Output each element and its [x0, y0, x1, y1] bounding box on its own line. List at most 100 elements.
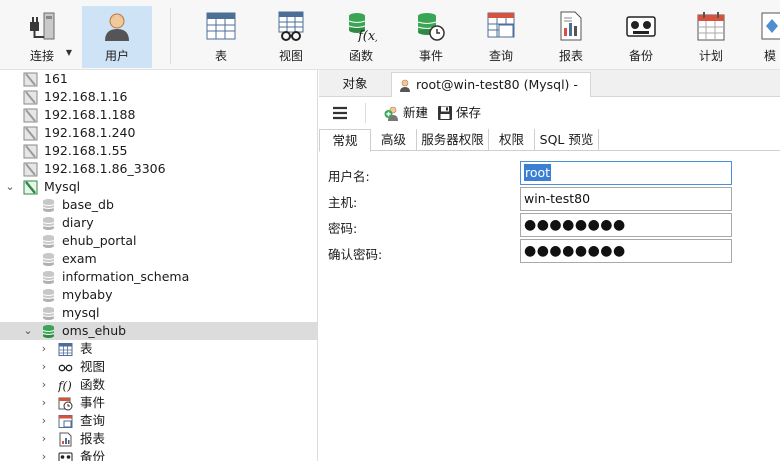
tab-user-editor[interactable]: root@win-test80 (Mysql) - ... [391, 72, 591, 116]
tree-label: 192.168.1.86_3306 [44, 161, 166, 176]
toolbar-report-button[interactable]: 报表 [540, 6, 602, 68]
toolbar-label: 事件 [418, 49, 443, 63]
tree-reports-node[interactable]: › 报表 [0, 430, 317, 448]
tab-server-privileges[interactable]: 服务器权限 [417, 129, 489, 151]
tree-label: 192.168.1.188 [44, 107, 136, 122]
connection-closed-icon [23, 108, 38, 123]
tab-objects[interactable]: 对象 [319, 72, 391, 97]
toolbar-connection-button[interactable]: 连接 ▼ [14, 6, 72, 68]
connection-closed-icon [23, 144, 38, 159]
tab-advanced[interactable]: 高级 [371, 129, 417, 151]
tree-label: 161 [44, 71, 68, 86]
tree-label: 表 [80, 341, 93, 356]
tree-connection-item[interactable]: 192.168.1.16 [0, 88, 317, 106]
tree-connection-item[interactable]: 192.168.1.86_3306 [0, 160, 317, 178]
confirm-password-label: 确认密码: [328, 247, 383, 262]
tree-connection-item[interactable]: 192.168.1.240 [0, 124, 317, 142]
toolbar-divider [365, 103, 366, 123]
toolbar-query-button[interactable]: 查询 [470, 6, 532, 68]
function-icon: f(x) [348, 13, 377, 42]
toolbar-divider [170, 8, 171, 64]
toolbar-view-button[interactable]: 视图 [260, 6, 322, 68]
toolbar-label: 模 [763, 49, 776, 63]
tree-database-item[interactable]: base_db [0, 196, 317, 214]
tree-label: 备份 [80, 449, 106, 461]
toolbar-backup-button[interactable]: 备份 [610, 6, 672, 68]
tree-tables-node[interactable]: › 表 [0, 340, 317, 358]
username-value: root [524, 164, 552, 181]
tree-database-item[interactable]: mybaby [0, 286, 317, 304]
tree-database-selected[interactable]: ⌄ oms_ehub [0, 322, 317, 340]
chevron-down-icon[interactable]: ⌄ [22, 322, 34, 340]
connection-open-icon [23, 180, 38, 195]
chevron-right-icon[interactable]: › [38, 412, 50, 430]
username-label: 用户名: [328, 169, 370, 184]
tree-database-item[interactable]: ehub_portal [0, 232, 317, 250]
database-icon [42, 253, 55, 266]
save-label: 保存 [456, 105, 482, 120]
toolbar-label: 表 [214, 49, 227, 63]
save-button[interactable]: 保存 [437, 97, 487, 129]
toolbar-model-button[interactable]: 模 [750, 6, 780, 68]
tree-events-node[interactable]: › 事件 [0, 394, 317, 412]
tree-connection-item[interactable]: 161 [0, 70, 317, 88]
confirm-password-field[interactable]: ●●●●●●●● [520, 239, 732, 263]
tree-label: ehub_portal [62, 233, 137, 248]
tab-sql-preview[interactable]: SQL 预览 [535, 129, 599, 151]
chevron-down-icon[interactable]: ⌄ [4, 178, 16, 196]
tree-connection-item[interactable]: 192.168.1.188 [0, 106, 317, 124]
database-icon [42, 271, 55, 284]
tree-connection-mysql[interactable]: ⌄ Mysql [0, 178, 317, 196]
new-button[interactable]: 新建 [384, 97, 434, 129]
toolbar-user-button[interactable]: 用户 [82, 6, 152, 68]
tree-connection-item[interactable]: 192.168.1.55 [0, 142, 317, 160]
confirm-password-value: ●●●●●●●● [524, 243, 626, 259]
toolbar-label: 计划 [698, 49, 723, 63]
toolbar-event-button[interactable]: 事件 [400, 6, 462, 68]
toolbar-label: 查询 [488, 49, 513, 63]
chevron-right-icon[interactable]: › [38, 376, 50, 394]
hamburger-menu-icon[interactable] [329, 103, 351, 123]
tree-label: mybaby [62, 287, 113, 302]
connection-closed-icon [23, 162, 38, 177]
database-open-icon [42, 325, 55, 338]
toolbar-table-button[interactable]: 表 [190, 6, 252, 68]
save-icon [438, 106, 452, 120]
table-icon [58, 343, 73, 356]
tab-privileges[interactable]: 权限 [489, 129, 535, 151]
chevron-right-icon[interactable]: › [38, 430, 50, 448]
host-value: win-test80 [524, 191, 591, 206]
tree-label: mysql [62, 305, 100, 320]
database-icon [42, 307, 55, 320]
navigation-tree: 161 192.168.1.16 192.168.1.188 192.168.1… [0, 70, 318, 461]
toolbar-label: 视图 [278, 49, 303, 63]
tree-database-item[interactable]: exam [0, 250, 317, 268]
chevron-down-icon: ▼ [65, 48, 72, 57]
form-tabs: 常规 高级 服务器权限 权限 SQL 预览 [319, 129, 780, 152]
username-field[interactable]: root [520, 161, 732, 185]
tree-database-item[interactable]: information_schema [0, 268, 317, 286]
tree-queries-node[interactable]: › 查询 [0, 412, 317, 430]
chevron-right-icon[interactable]: › [38, 358, 50, 376]
model-icon [761, 12, 780, 40]
tree-label: exam [62, 251, 97, 266]
tree-functions-node[interactable]: › f() 函数 [0, 376, 317, 394]
tree-label: base_db [62, 197, 114, 212]
tree-backups-node[interactable]: › 备份 [0, 448, 317, 461]
tab-general[interactable]: 常规 [319, 129, 371, 152]
tree-views-node[interactable]: › 视图 [0, 358, 317, 376]
toolbar-schedule-button[interactable]: 计划 [680, 6, 742, 68]
toolbar-function-button[interactable]: f(x) 函数 [330, 6, 392, 68]
database-icon [42, 289, 55, 302]
tree-database-item[interactable]: diary [0, 214, 317, 232]
tree-database-item[interactable]: mysql [0, 304, 317, 322]
tree-label: information_schema [62, 269, 190, 284]
host-field[interactable]: win-test80 [520, 187, 732, 211]
backup-icon [58, 452, 73, 461]
backup-icon [626, 16, 656, 37]
password-field[interactable]: ●●●●●●●● [520, 213, 732, 237]
chevron-right-icon[interactable]: › [38, 340, 50, 358]
tree-label: 192.168.1.55 [44, 143, 128, 158]
chevron-right-icon[interactable]: › [38, 394, 50, 412]
chevron-right-icon[interactable]: › [38, 448, 50, 461]
